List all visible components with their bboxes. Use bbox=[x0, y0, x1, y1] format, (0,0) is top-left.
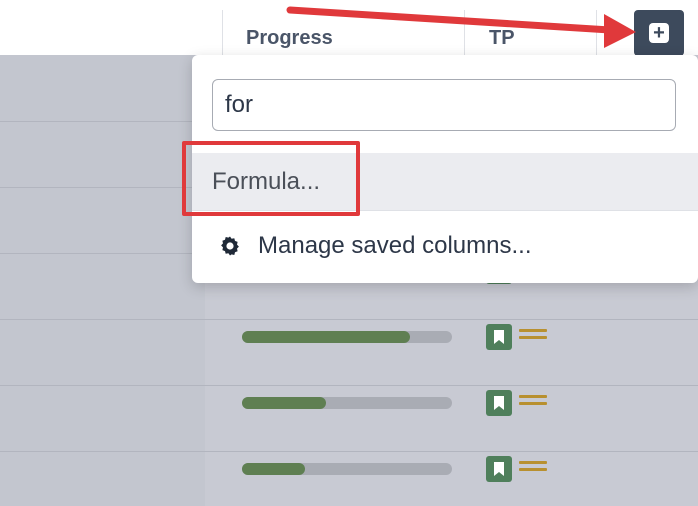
annotation-arrow bbox=[286, 6, 636, 48]
